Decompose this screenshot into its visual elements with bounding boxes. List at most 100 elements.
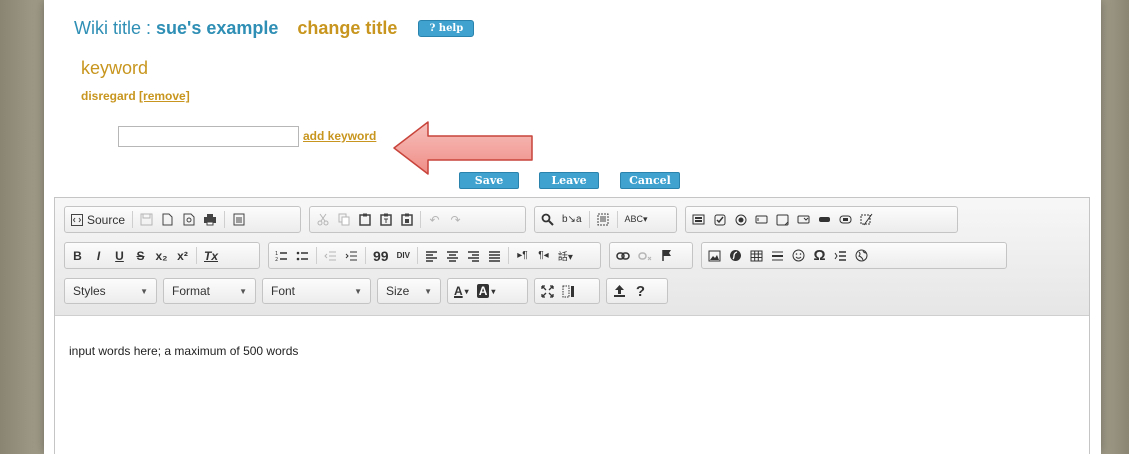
size-label: Size bbox=[386, 284, 410, 298]
table-button[interactable] bbox=[746, 245, 767, 266]
keyword-heading: keyword bbox=[81, 58, 149, 78]
checkbox-button[interactable] bbox=[709, 209, 730, 230]
paste-text-button[interactable] bbox=[375, 209, 396, 230]
hidden-field-button[interactable] bbox=[856, 209, 877, 230]
select-field-button[interactable] bbox=[793, 209, 814, 230]
save-button[interactable]: Save bbox=[459, 172, 519, 189]
checkbox-icon bbox=[714, 214, 725, 225]
rich-text-editor: Source ↶ ↷ b↘a ABC▾ B I U S x₂ x² Tx 1 2… bbox=[54, 197, 1090, 454]
paragraph-group: 12 99 DIV ▸¶ ¶◂ 話▾ bbox=[268, 242, 601, 269]
align-center-icon bbox=[446, 250, 458, 262]
strikethrough-button[interactable]: S bbox=[130, 245, 151, 266]
upload-button[interactable] bbox=[609, 281, 630, 302]
source-button[interactable]: Source bbox=[67, 209, 129, 230]
editor-content[interactable]: input words here; a maximum of 500 words bbox=[69, 344, 298, 358]
indent-button[interactable] bbox=[341, 245, 362, 266]
redo-button[interactable]: ↷ bbox=[445, 209, 466, 230]
spellcheck-icon: ABC▾ bbox=[624, 214, 648, 224]
replace-button[interactable]: b↘a bbox=[558, 209, 586, 230]
link-button[interactable] bbox=[612, 245, 634, 266]
paste-text-icon bbox=[379, 213, 392, 226]
paste-word-button[interactable] bbox=[396, 209, 417, 230]
new-page-button[interactable] bbox=[157, 209, 178, 230]
image-button[interactable] bbox=[704, 245, 725, 266]
print-button[interactable] bbox=[199, 209, 221, 230]
save-doc-button[interactable] bbox=[136, 209, 157, 230]
blockquote-button[interactable]: 99 bbox=[369, 245, 393, 266]
styles-label: Styles bbox=[73, 284, 106, 298]
numbered-list-button[interactable]: 12 bbox=[271, 245, 292, 266]
show-blocks-button[interactable] bbox=[558, 281, 579, 302]
textarea-button[interactable] bbox=[772, 209, 793, 230]
form-button-button[interactable] bbox=[814, 209, 835, 230]
smiley-button[interactable] bbox=[788, 245, 809, 266]
copy-button[interactable] bbox=[333, 209, 354, 230]
language-icon: 話▾ bbox=[557, 252, 573, 263]
separator bbox=[132, 211, 134, 228]
separator bbox=[196, 247, 197, 264]
help-button[interactable]: ? help bbox=[418, 20, 475, 37]
iframe-button[interactable] bbox=[851, 245, 872, 266]
superscript-button[interactable]: x² bbox=[172, 245, 193, 266]
font-dropdown[interactable]: Font ▼ bbox=[262, 278, 371, 304]
justify-button[interactable] bbox=[484, 245, 505, 266]
unlink-button[interactable] bbox=[634, 245, 656, 266]
justify-icon bbox=[488, 250, 500, 262]
paste-button[interactable] bbox=[354, 209, 375, 230]
separator bbox=[507, 247, 509, 264]
special-char-button[interactable]: Ω bbox=[809, 245, 830, 266]
text-color-button[interactable]: A ▾ bbox=[450, 281, 473, 302]
subscript-button[interactable]: x₂ bbox=[151, 245, 172, 266]
image-button-button[interactable] bbox=[835, 209, 856, 230]
about-button[interactable]: ? bbox=[630, 281, 651, 302]
align-right-button[interactable] bbox=[463, 245, 484, 266]
horizontal-rule-button[interactable] bbox=[767, 245, 788, 266]
bulleted-list-button[interactable] bbox=[292, 245, 313, 266]
templates-button[interactable] bbox=[228, 209, 249, 230]
align-left-button[interactable] bbox=[421, 245, 442, 266]
remove-keyword-link[interactable]: [remove] bbox=[139, 89, 190, 103]
bold-button[interactable]: B bbox=[67, 245, 88, 266]
bg-color-button[interactable]: A ▾ bbox=[473, 281, 500, 302]
chevron-down-icon: ▼ bbox=[424, 286, 432, 296]
form-button[interactable] bbox=[688, 209, 709, 230]
anchor-button[interactable] bbox=[656, 245, 677, 266]
editing-group: b↘a ABC▾ bbox=[534, 206, 677, 233]
bulleted-list-icon bbox=[296, 251, 308, 260]
remove-format-button[interactable]: Tx bbox=[200, 245, 222, 266]
ltr-button[interactable]: ▸¶ bbox=[512, 245, 533, 266]
spellcheck-button[interactable]: ABC▾ bbox=[621, 209, 652, 230]
select-all-button[interactable] bbox=[593, 209, 614, 230]
smiley-icon bbox=[792, 249, 805, 262]
styles-dropdown[interactable]: Styles ▼ bbox=[64, 278, 157, 304]
textfield-button[interactable] bbox=[751, 209, 772, 230]
paste-word-icon bbox=[400, 213, 413, 226]
find-button[interactable] bbox=[537, 209, 558, 230]
format-label: Format bbox=[172, 284, 211, 298]
preview-button[interactable] bbox=[178, 209, 199, 230]
underline-button[interactable]: U bbox=[109, 245, 130, 266]
format-dropdown[interactable]: Format ▼ bbox=[163, 278, 256, 304]
textarea-icon bbox=[776, 214, 789, 225]
maximize-button[interactable] bbox=[537, 281, 558, 302]
cancel-button[interactable]: Cancel bbox=[620, 172, 680, 189]
change-title-link[interactable]: change title bbox=[297, 18, 397, 38]
add-keyword-link[interactable]: add keyword bbox=[303, 129, 376, 143]
rtl-button[interactable]: ¶◂ bbox=[533, 245, 554, 266]
leave-button[interactable]: Leave bbox=[539, 172, 599, 189]
radio-button[interactable] bbox=[730, 209, 751, 230]
horizontal-rule-icon bbox=[772, 251, 783, 260]
language-button[interactable]: 話▾ bbox=[554, 245, 577, 266]
flash-button[interactable] bbox=[725, 245, 746, 266]
create-div-button[interactable]: DIV bbox=[393, 245, 414, 266]
editor-toolbar: Source ↶ ↷ b↘a ABC▾ B I U S x₂ x² Tx 1 2… bbox=[55, 198, 1089, 316]
undo-button[interactable]: ↶ bbox=[424, 209, 445, 230]
size-dropdown[interactable]: Size ▼ bbox=[377, 278, 441, 304]
preview-icon bbox=[183, 213, 195, 226]
italic-button[interactable]: I bbox=[88, 245, 109, 266]
outdent-button[interactable] bbox=[320, 245, 341, 266]
keyword-input[interactable] bbox=[118, 126, 299, 147]
align-center-button[interactable] bbox=[442, 245, 463, 266]
cut-button[interactable] bbox=[312, 209, 333, 230]
page-break-button[interactable] bbox=[830, 245, 851, 266]
